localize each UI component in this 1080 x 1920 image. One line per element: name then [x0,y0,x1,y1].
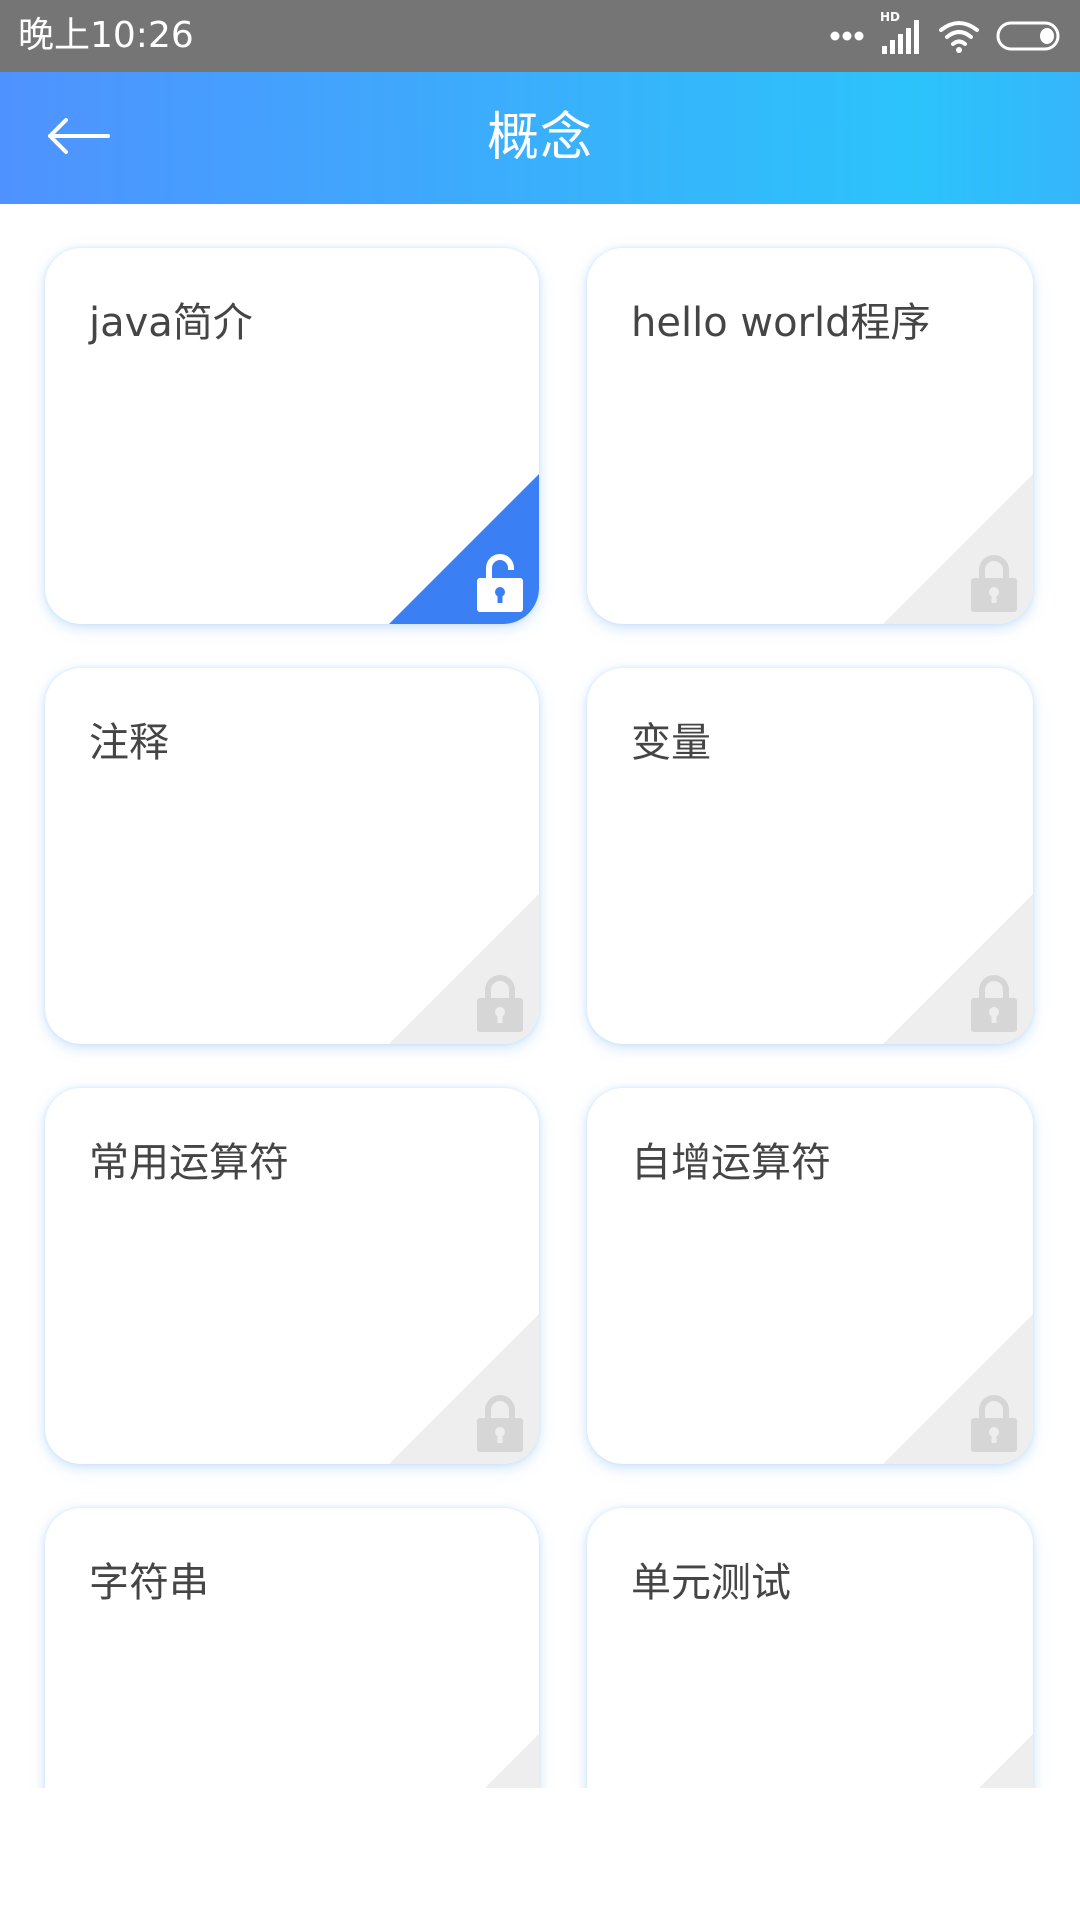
lock-icon [971,1392,1017,1452]
lock-icon [477,972,523,1032]
more-dots-icon [830,30,864,42]
signal-icon: HD [880,10,922,56]
wifi-icon [938,18,980,54]
arrow-left-icon [46,116,110,160]
page-title: 概念 [486,108,593,168]
unlock-icon [477,552,523,612]
status-time: 晚上10:26 [18,15,194,56]
lesson-card[interactable]: hello world程序 [587,248,1033,624]
lesson-title: 常用运算符 [89,1140,289,1186]
network-type-label: HD [880,10,901,24]
lesson-grid: java简介 hello world程序 注释 变量 常用运算符 自增运算符 字… [45,248,1033,1788]
lesson-card[interactable]: 变量 [587,668,1033,1044]
lesson-list: java简介 hello world程序 注释 变量 常用运算符 自增运算符 字… [0,204,1080,1788]
locked-corner [883,1734,1033,1788]
locked-corner [389,1734,539,1788]
lesson-title: 字符串 [89,1560,209,1606]
app-header: 概念 [0,72,1080,204]
lesson-title: 单元测试 [631,1560,791,1606]
lesson-title: 变量 [631,720,711,766]
lesson-title: 自增运算符 [631,1140,831,1186]
bottom-blank-area [0,1788,1080,1920]
lesson-card[interactable]: 注释 [45,668,539,1044]
status-bar: 晚上10:26 HD [0,0,1080,72]
lesson-card[interactable]: java简介 [45,248,539,624]
status-icons: HD [830,10,1062,56]
battery-icon [996,20,1062,52]
lesson-card[interactable]: 常用运算符 [45,1088,539,1464]
lesson-title: java简介 [89,300,253,346]
lesson-title: 注释 [89,720,169,766]
lesson-title: hello world程序 [631,300,931,346]
back-button[interactable] [28,98,128,178]
lock-icon [971,972,1017,1032]
lesson-card[interactable]: 单元测试 [587,1508,1033,1788]
lock-icon [477,1392,523,1452]
lesson-card[interactable]: 自增运算符 [587,1088,1033,1464]
lock-icon [971,552,1017,612]
lesson-card[interactable]: 字符串 [45,1508,539,1788]
